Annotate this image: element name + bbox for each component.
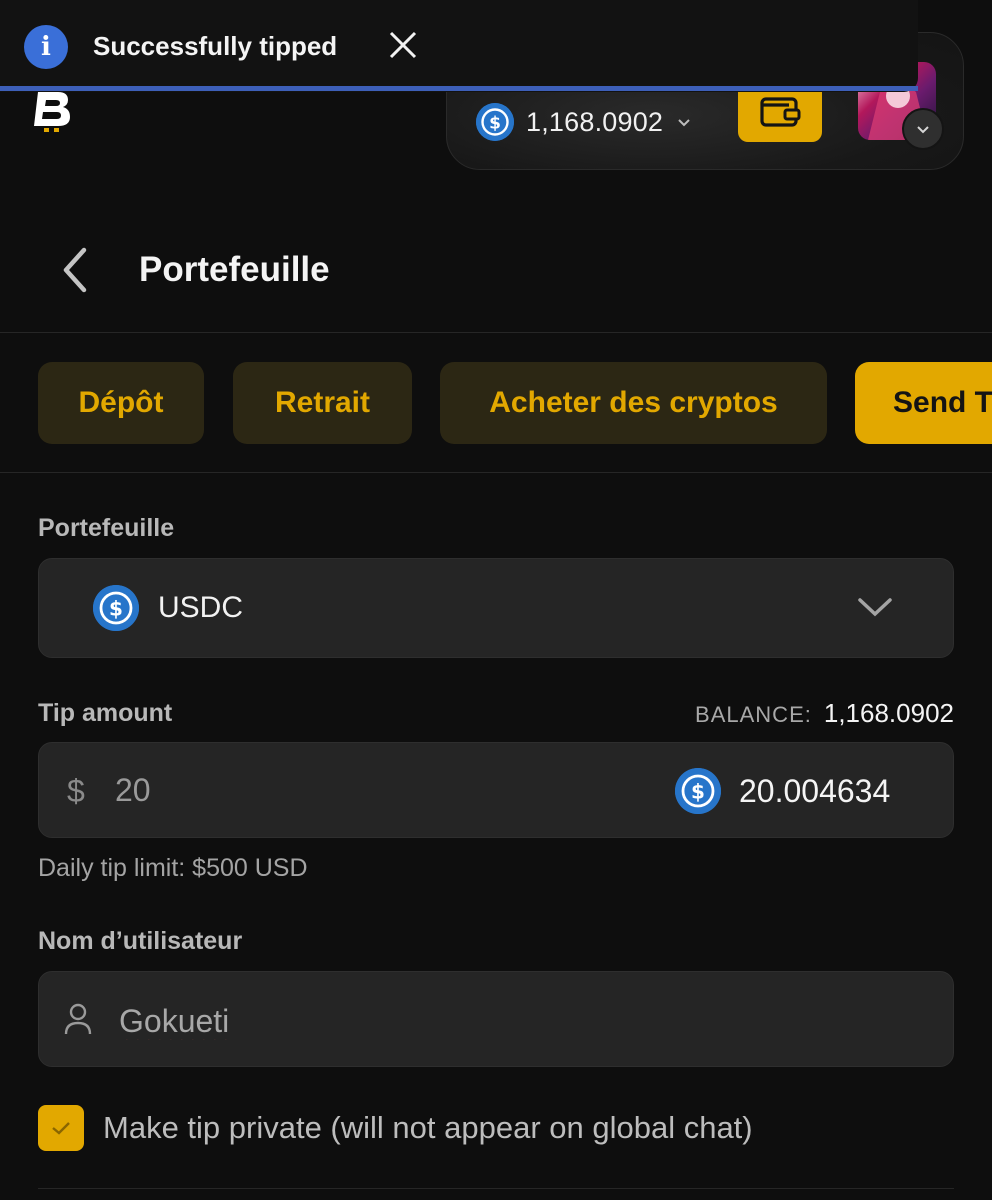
info-icon: i	[24, 25, 68, 69]
svg-text:$: $	[109, 597, 123, 621]
header-balance: 1,168.0902	[526, 106, 664, 137]
tab-depot[interactable]: Dépôt	[38, 362, 204, 444]
user-icon	[64, 1003, 92, 1035]
svg-text:$: $	[691, 780, 705, 804]
username-input[interactable]	[119, 996, 719, 1046]
brand-logo-icon[interactable]	[28, 86, 76, 134]
balance-selector[interactable]: $ 1,168.0902	[476, 100, 693, 144]
svg-text:$: $	[489, 114, 501, 134]
profile-menu-button[interactable]	[902, 108, 944, 150]
username-label: Nom d’utilisateur	[38, 927, 243, 955]
private-tip-checkbox[interactable]	[38, 1105, 84, 1151]
wallet-page: $ 1,168.0902 i Successfully tipped Porte…	[0, 0, 992, 1200]
chevron-down-icon	[678, 119, 690, 127]
tip-amount-field[interactable]: $ $ 20.004634	[38, 742, 954, 838]
divider	[38, 1188, 954, 1189]
back-arrow-icon[interactable]	[54, 244, 94, 296]
success-toast: i Successfully tipped	[0, 0, 918, 92]
chevron-down-icon	[917, 126, 929, 134]
selected-currency: USDC	[158, 591, 244, 624]
username-field[interactable]	[38, 971, 954, 1067]
close-icon[interactable]	[386, 28, 420, 62]
currency-select[interactable]: $ USDC	[38, 558, 954, 658]
wallet-icon	[760, 97, 801, 127]
page-title: Portefeuille	[139, 250, 330, 289]
tip-amount-input[interactable]	[115, 765, 515, 815]
checkmark-icon	[52, 1122, 70, 1135]
tab-retrait[interactable]: Retrait	[233, 362, 412, 444]
wallet-label: Portefeuille	[38, 514, 175, 542]
daily-limit-text: Daily tip limit: $500 USD	[38, 854, 308, 882]
balance-readout: BALANCE: 1,168.0902	[695, 698, 954, 729]
currency-symbol: $	[67, 773, 85, 809]
usdc-coin-icon: $	[675, 768, 721, 814]
toast-message: Successfully tipped	[93, 31, 338, 61]
tab-buy-crypto[interactable]: Acheter des cryptos	[440, 362, 827, 444]
divider	[0, 472, 992, 473]
tip-amount-label: Tip amount	[38, 699, 173, 727]
usdc-coin-icon: $	[476, 103, 514, 141]
chevron-down-icon	[858, 598, 892, 617]
private-tip-label: Make tip private (will not appear on glo…	[103, 1110, 753, 1145]
balance-value: 1,168.0902	[823, 698, 954, 728]
tab-send-tip[interactable]: Send T	[855, 362, 992, 444]
toast-progress-bar	[0, 86, 918, 91]
divider	[0, 332, 992, 333]
usdc-coin-icon: $	[93, 585, 139, 631]
crypto-amount: 20.004634	[739, 773, 891, 809]
balance-label: BALANCE:	[695, 702, 812, 727]
